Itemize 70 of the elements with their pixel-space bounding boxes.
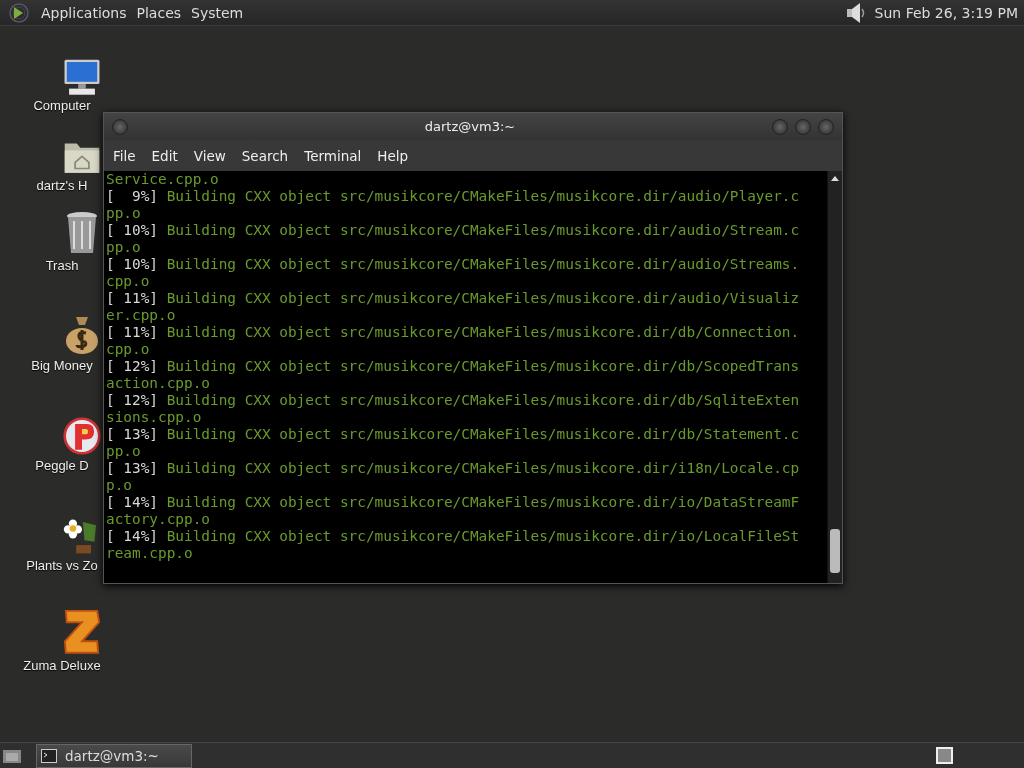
terminal-line: Building CXX object src/musikcore/CMakeFiles/musikcore.dir/io/LocalFileSt bbox=[166, 528, 800, 544]
terminal-line: Service.cpp.o bbox=[106, 171, 219, 187]
terminal-line: Building CXX object src/musikcore/CMakeFiles/musikcore.dir/db/Statement.c bbox=[166, 426, 800, 442]
menu-item[interactable]: File bbox=[108, 145, 141, 166]
progress-percent: [ 10%] bbox=[106, 222, 158, 238]
panel-menu[interactable]: Applications bbox=[40, 4, 128, 21]
progress-percent: [ 14%] bbox=[106, 528, 158, 544]
terminal-line: action.cpp.o bbox=[106, 375, 210, 391]
home-folder-icon[interactable] bbox=[63, 140, 101, 175]
progress-percent: [ 12%] bbox=[106, 392, 158, 408]
game-ball-icon[interactable] bbox=[63, 417, 101, 455]
menu-item[interactable]: Search bbox=[236, 145, 294, 166]
icon-label[interactable]: Big Money bbox=[31, 358, 93, 373]
terminal-line: Building CXX object src/musikcore/CMakeFiles/musikcore.dir/db/Connection. bbox=[166, 324, 800, 340]
terminal-line: Building CXX object src/musikcore/CMakeFiles/musikcore.dir/io/DataStreamF bbox=[166, 494, 800, 510]
progress-percent: [ 14%] bbox=[106, 494, 158, 510]
maximize-button[interactable] bbox=[795, 118, 811, 135]
scrollbar-thumb[interactable] bbox=[830, 529, 840, 573]
terminal-line: sions.cpp.o bbox=[106, 409, 202, 425]
menu-item[interactable]: Help bbox=[372, 145, 414, 166]
terminal-line: er.cpp.o bbox=[106, 307, 176, 323]
progress-percent: [ 12%] bbox=[106, 358, 158, 374]
menu-item[interactable]: View bbox=[188, 145, 231, 166]
show-desktop-icon[interactable] bbox=[2, 747, 22, 764]
taskbar-button[interactable]: dartz@vm3:~ bbox=[36, 743, 192, 768]
terminal-line: Building CXX object src/musikcore/CMakeFiles/musikcore.dir/audio/Streams. bbox=[166, 256, 800, 272]
terminal-line: pp.o bbox=[106, 205, 141, 221]
panel-menu[interactable]: System bbox=[190, 4, 245, 21]
close-button[interactable] bbox=[818, 118, 834, 135]
progress-percent: [ 10%] bbox=[106, 256, 158, 272]
terminal-line: Building CXX object src/musikcore/CMakeFiles/musikcore.dir/audio/Player.c bbox=[166, 188, 800, 204]
panel-menu[interactable]: Places bbox=[135, 4, 183, 21]
icon-label[interactable]: Peggle D bbox=[35, 458, 89, 473]
terminal-line: Building CXX object src/musikcore/CMakeFiles/musikcore.dir/audio/Visualiz bbox=[166, 290, 800, 306]
terminal-line: Building CXX object src/musikcore/CMakeFiles/musikcore.dir/db/ScopedTrans bbox=[166, 358, 800, 374]
trash-icon[interactable] bbox=[65, 211, 99, 255]
window-menu-button[interactable] bbox=[112, 118, 128, 135]
terminal-line: Building CXX object src/musikcore/CMakeFiles/musikcore.dir/audio/Stream.c bbox=[166, 222, 800, 238]
workspace-switcher[interactable] bbox=[936, 747, 953, 764]
menu-item[interactable]: Edit bbox=[146, 145, 183, 166]
computer-icon[interactable] bbox=[63, 58, 101, 95]
scroll-up-icon[interactable] bbox=[830, 174, 840, 182]
window-title: dartz@vm3:~ bbox=[424, 119, 516, 134]
terminal-line: ream.cpp.o bbox=[106, 545, 193, 561]
clock[interactable]: Sun Feb 26, 3:19 PM bbox=[874, 4, 1018, 21]
terminal-line: cpp.o bbox=[106, 273, 150, 289]
progress-percent: [ 13%] bbox=[106, 426, 158, 442]
terminal-line: Building CXX object src/musikcore/CMakeFiles/musikcore.dir/db/SqliteExten bbox=[166, 392, 800, 408]
terminal-line: pp.o bbox=[106, 443, 141, 459]
icon-label[interactable]: Zuma Deluxe bbox=[23, 658, 101, 673]
terminal-line: pp.o bbox=[106, 239, 141, 255]
terminal-icon bbox=[41, 748, 57, 763]
menu-item[interactable]: Terminal bbox=[299, 145, 367, 166]
terminal-line: Building CXX object src/musikcore/CMakeFiles/musikcore.dir/i18n/Locale.cp bbox=[166, 460, 800, 476]
icon-label[interactable]: Computer bbox=[33, 98, 91, 113]
icon-label[interactable]: Trash bbox=[45, 258, 79, 273]
progress-percent: [ 11%] bbox=[106, 290, 158, 306]
terminal-line: p.o bbox=[106, 477, 132, 493]
logo-icon[interactable] bbox=[8, 1, 30, 24]
progress-percent: [ 9%] bbox=[106, 188, 158, 204]
scrollbar[interactable] bbox=[827, 171, 842, 583]
icon-label[interactable]: dartz's H bbox=[36, 178, 88, 193]
icon-label[interactable]: Plants vs Zo bbox=[26, 558, 98, 573]
minimize-button[interactable] bbox=[772, 118, 788, 135]
money-bag-icon[interactable] bbox=[64, 315, 100, 355]
progress-percent: [ 13%] bbox=[106, 460, 158, 476]
progress-percent: [ 11%] bbox=[106, 324, 158, 340]
game-tile-icon[interactable] bbox=[63, 609, 101, 655]
terminal-line: actory.cpp.o bbox=[106, 511, 210, 527]
terminal-line: cpp.o bbox=[106, 341, 150, 357]
